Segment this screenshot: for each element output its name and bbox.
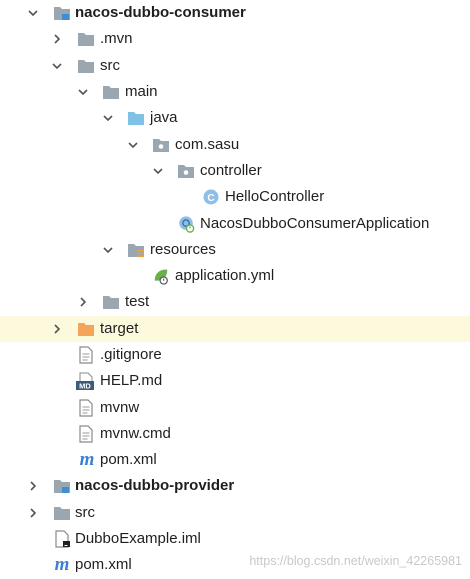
markdown-icon: MD [76, 372, 96, 391]
chevron-down-icon[interactable] [26, 6, 40, 20]
package-icon [152, 136, 170, 154]
folder-icon [53, 504, 71, 522]
tree-row-mvnw-cmd[interactable]: mvnw.cmd [0, 421, 470, 447]
chevron-right-icon[interactable] [50, 322, 64, 336]
folder-icon [102, 293, 120, 311]
tree-row-label: target [100, 319, 139, 337]
tree-row-label: src [75, 503, 95, 521]
tree-row-src-root[interactable]: src [0, 500, 470, 526]
tree-row-label: .mvn [100, 30, 133, 48]
tree-row-label: NacosDubboConsumerApplication [200, 214, 430, 232]
tree-row-resources[interactable]: resources [0, 237, 470, 263]
tree-row-mvn[interactable]: .mvn [0, 26, 470, 52]
chevron-down-icon[interactable] [126, 138, 140, 152]
folder-icon [102, 83, 120, 101]
source-folder-icon [127, 109, 145, 127]
tree-row-label: java [150, 109, 178, 127]
chevron-down-icon[interactable] [101, 243, 115, 257]
tree-row-hello-controller[interactable]: C HelloController [0, 184, 470, 210]
tree-row-label: pom.xml [100, 451, 157, 469]
tree-row-gitignore[interactable]: .gitignore [0, 342, 470, 368]
tree-row-label: application.yml [175, 267, 275, 285]
tree-row-label: HELP.md [100, 372, 163, 390]
resources-folder-icon [127, 241, 145, 259]
tree-row-label: mvnw.cmd [100, 424, 171, 442]
tree-row-label: src [100, 56, 120, 74]
tree-row-mvnw[interactable]: mvnw [0, 394, 470, 420]
chevron-down-icon[interactable] [76, 85, 90, 99]
spring-boot-class-icon [177, 215, 195, 233]
project-tree: nacos-dubbo-consumer .mvn src main java … [0, 0, 470, 579]
tree-row-main[interactable]: main [0, 79, 470, 105]
chevron-right-icon[interactable] [26, 506, 40, 520]
tree-row-dubbo-example-iml[interactable]: DubboExample.iml [0, 526, 470, 552]
tree-row-nacos-dubbo-provider[interactable]: nacos-dubbo-provider [0, 473, 470, 499]
file-icon [77, 398, 95, 417]
tree-row-label: main [125, 83, 158, 101]
folder-icon [77, 57, 95, 75]
svg-text:C: C [207, 193, 214, 204]
folder-icon [77, 30, 95, 48]
excluded-folder-icon [77, 320, 95, 338]
tree-row-controller[interactable]: controller [0, 158, 470, 184]
tree-row-pom-xml[interactable]: m pom.xml [0, 447, 470, 473]
tree-row-test[interactable]: test [0, 289, 470, 315]
iml-file-icon [54, 530, 72, 548]
tree-row-java[interactable]: java [0, 105, 470, 131]
tree-row-label: DubboExample.iml [75, 530, 201, 548]
tree-row-nacos-dubbo-consumer-application[interactable]: NacosDubboConsumerApplication [0, 210, 470, 236]
tree-row-label: HelloController [225, 188, 325, 206]
tree-row-label: pom.xml [75, 556, 132, 574]
file-icon [77, 425, 95, 443]
file-icon [77, 346, 95, 364]
module-folder-icon [53, 4, 71, 22]
tree-row-help-md[interactable]: MD HELP.md [0, 368, 470, 394]
chevron-down-icon[interactable] [50, 59, 64, 73]
tree-row-application-yml[interactable]: application.yml [0, 263, 470, 289]
tree-row-label: controller [200, 161, 262, 179]
tree-row-com-sasu[interactable]: com.sasu [0, 131, 470, 157]
chevron-right-icon[interactable] [76, 295, 90, 309]
tree-row-label: .gitignore [100, 346, 162, 363]
tree-row-label: test [125, 293, 150, 311]
tree-row-src[interactable]: src [0, 53, 470, 79]
tree-row-label: nacos-dubbo-provider [75, 477, 235, 495]
tree-row-nacos-dubbo-consumer[interactable]: nacos-dubbo-consumer [0, 0, 470, 26]
package-icon [177, 162, 195, 180]
chevron-down-icon[interactable] [151, 164, 165, 178]
chevron-right-icon[interactable] [50, 32, 64, 46]
chevron-down-icon[interactable] [101, 111, 115, 125]
tree-row-label: nacos-dubbo-consumer [75, 4, 246, 22]
watermark-text: https://blog.csdn.net/weixin_42265981 [249, 554, 462, 568]
tree-row-label: mvnw [100, 398, 140, 416]
spring-yml-icon [152, 267, 170, 285]
tree-row-target[interactable]: target [0, 315, 470, 342]
tree-row-label: com.sasu [175, 135, 240, 153]
chevron-right-icon[interactable] [26, 479, 40, 493]
svg-text:MD: MD [79, 382, 91, 391]
maven-pom-icon: m [54, 554, 70, 576]
class-icon: C [202, 188, 220, 206]
maven-pom-icon: m [79, 449, 95, 471]
module-folder-icon [53, 477, 71, 495]
tree-row-label: resources [150, 240, 216, 258]
